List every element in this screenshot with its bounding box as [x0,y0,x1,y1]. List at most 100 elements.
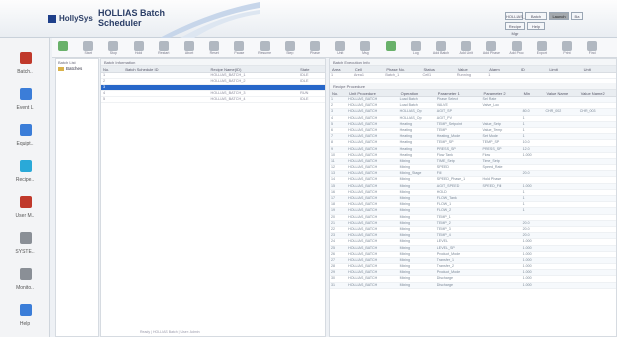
detail-cell [579,103,616,108]
toolbar-action-icon[interactable] [385,41,396,51]
nav-item-recipe[interactable]: Recipe.. [3,156,47,192]
detail-cell: Heating [399,134,413,139]
detail-cell: AGIT_SP [436,109,452,114]
detail-cell [482,246,522,251]
detail-cell: Hold Phase [482,177,502,182]
detail-cell [522,103,545,108]
detail-cell [544,134,578,139]
detail-cell [579,171,616,176]
result-cell: Cell1 [422,73,432,77]
detail-cell [544,184,578,189]
result-cell: Batch_1 [385,73,400,77]
detail-cell: 1 [331,97,333,101]
toolbar-add-phase-icon[interactable] [486,41,497,51]
nav-item-system[interactable]: SYSTE.. [3,228,47,264]
detail-cell [522,215,545,220]
nav-item-monitor[interactable]: Monito.. [3,264,47,300]
toolbar-step-icon[interactable] [284,41,295,51]
quick-access-button[interactable]: Help [527,22,545,30]
detail-cell: TEMP [436,127,447,132]
detail-cell [544,239,578,244]
detail-cell: 22 [331,226,335,231]
toolbar-restart-icon[interactable] [158,41,169,51]
detail-cell: AGIT_SPEED [436,183,460,188]
result-column-header: Area [332,67,341,72]
toolbar-hold-icon[interactable] [133,41,144,51]
detail-cell [482,190,522,195]
toolbar-phase-icon[interactable] [310,41,320,51]
quick-access-button[interactable]: HOLLIAS_BATCH [505,12,538,20]
nav-item-event-log[interactable]: Event L [3,84,47,120]
toolbar-log-icon[interactable] [410,41,421,51]
toolbar-add-batch-icon[interactable] [436,41,446,51]
detail-cell: 25 [331,245,335,250]
nav-item-help[interactable]: Help [3,300,47,336]
toolbar-pause-icon[interactable] [234,41,245,51]
result-row[interactable]: 1 Area1 Batch_1 Cell1 Running 1 [330,73,616,79]
tree-header: Batch List [58,60,76,65]
detail-cell: 1.000 [522,239,532,244]
detail-cell [544,283,578,288]
toolbar-unit-icon[interactable] [335,41,346,51]
toolbar-add-proc-icon[interactable] [511,41,522,51]
toolbar-action-icon[interactable] [58,41,68,51]
detail-cell: Value_Setp [482,121,501,126]
detail-cell [544,147,578,152]
detail-column-header: Unit Procedure [349,91,376,96]
batch-row[interactable]: 5 HOLLIAS_BATCH_4 IDLE [101,97,325,103]
result-cell: 1 [488,73,491,77]
toolbar-label: Add Batch [432,51,450,55]
toolbar-find-icon[interactable] [587,41,598,51]
tree-node-batches[interactable]: Batches [56,66,98,71]
nav-item-equipment[interactable]: Equipt.. [3,120,47,156]
quick-access-button[interactable]: Batch [525,12,547,20]
batch-detail-panel: Batch Execution Info Area Cell Phase No. St… [329,58,617,337]
detail-cell [579,246,616,251]
toolbar-start-icon[interactable] [83,41,94,51]
quick-access-button[interactable]: Launch [549,12,569,20]
detail-panel-header: Recipe Procedure [330,83,616,90]
detail-cell: 1 [522,121,525,126]
detail-cell: HOLLIAS_BATCH [348,239,378,244]
detail-cell: HOLLIAS_BATCH [348,134,378,139]
detail-cell: Mixing [399,245,411,250]
toolbar-reset-icon[interactable] [209,41,220,51]
quick-access-button[interactable]: Recipe Mgr [505,22,525,36]
detail-cell [544,252,578,257]
detail-cell: 1 [522,127,525,132]
detail-cell [579,239,616,244]
detail-cell: Phase Select [436,97,458,101]
detail-cell: Heating [399,146,413,151]
detail-row[interactable]: 31 HOLLIAS_BATCH Mixing Discharge 1.000 [330,282,616,289]
event-log-icon [20,88,32,100]
detail-cell [544,270,578,275]
nav-label: Help [19,321,31,327]
nav-item-batch[interactable]: Batch.. [3,48,47,84]
detail-cell [544,208,578,213]
toolbar-abort-icon[interactable] [184,41,194,51]
quick-access-button[interactable]: Ba [571,12,583,20]
detail-cell: HOLLIAS_BATCH [348,251,378,256]
result-column-header: Unit [583,67,591,72]
toolbar-export-icon[interactable] [536,41,547,51]
toolbar-print-icon[interactable] [562,41,572,51]
nav-item-user[interactable]: User M.. [3,192,47,228]
toolbar-add-unit-icon[interactable] [461,41,472,51]
toolbar-label: Log [412,51,419,55]
batch-cell: HOLLIAS_BATCH_2 [210,79,246,83]
logo-text: HollySys [59,14,93,23]
detail-cell: HOLLIAS_BATCH [348,171,378,176]
detail-cell: HOLLIAS_BATCH [348,208,378,213]
detail-cell: Mixing [399,239,411,244]
detail-table-body: 1 HOLLIAS_BATCH Load Batch Phase Select Sel … [330,97,616,289]
detail-cell [579,140,616,145]
detail-cell: 1 [522,196,525,200]
toolbar-stop-icon[interactable] [108,41,119,51]
detail-cell [579,215,616,220]
detail-cell: FLOW_Tank [436,196,457,200]
toolbar-msg-icon[interactable] [360,41,371,51]
toolbar-resume-icon[interactable] [259,41,270,51]
detail-cell: 8 [331,140,333,145]
batch-cell [123,97,208,102]
toolbar-label: Restart [158,51,170,55]
